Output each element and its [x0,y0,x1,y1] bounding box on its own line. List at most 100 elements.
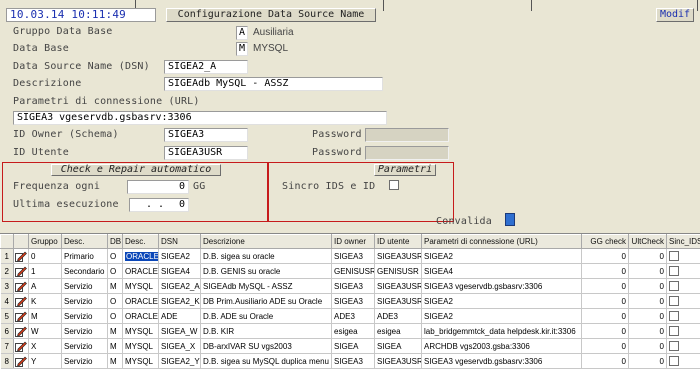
cell-ult[interactable]: 0 [628,353,667,369]
cell-gruppo[interactable]: M [28,308,62,324]
cell-gruppo[interactable]: 1 [28,263,62,279]
cell-dsn[interactable]: SIGEA2_K [158,293,201,309]
ultima-input[interactable]: . . 0 [129,198,189,212]
cell-dsn[interactable]: SIGEA_W [158,323,201,339]
cell-gruppo[interactable]: W [28,323,62,339]
sinc-checkbox[interactable] [669,296,679,306]
col-header-sinc[interactable]: Sinc_IDS [666,234,700,249]
gruppo-code-input[interactable]: A [236,26,248,40]
cell-sinc[interactable] [666,308,700,324]
cell-owner[interactable]: GENISUSR [331,263,375,279]
parametri-input[interactable]: SIGEA3 vgeservdb.gsbasrv:3306 [13,111,387,125]
cell-db[interactable]: M [107,323,123,339]
cell-db[interactable]: O [107,293,123,309]
cell-dbdesc[interactable]: ORACLE [122,293,159,309]
edit-cell[interactable] [13,263,29,279]
cell-url[interactable]: lab_bridgemmtck_data helpdesk.kir.it:330… [421,323,582,339]
sinc-checkbox[interactable] [669,326,679,336]
cell-gg[interactable]: 0 [581,278,629,294]
cell-gruppo[interactable]: K [28,293,62,309]
cell-owner[interactable]: SIGEA3 [331,248,375,264]
sinc-checkbox[interactable] [669,341,679,351]
cell-gdesc[interactable]: Servizio [61,293,108,309]
col-header-ult[interactable]: UltCheck [628,234,667,249]
cell-db[interactable]: M [107,353,123,369]
cell-gdesc[interactable]: Servizio [61,338,108,354]
cell-ult[interactable]: 0 [628,248,667,264]
sinc-checkbox[interactable] [669,266,679,276]
edit-icon[interactable] [15,341,27,352]
cell-gg[interactable]: 0 [581,248,629,264]
cell-owner[interactable]: ADE3 [331,308,375,324]
cell-url[interactable]: SIGEA2 [421,248,582,264]
cell-descr[interactable]: SIGEAdb MySQL - ASSZ [200,278,332,294]
cell-gg[interactable]: 0 [581,323,629,339]
cell-url[interactable]: SIGEA4 [421,263,582,279]
edit-cell[interactable] [13,338,29,354]
cell-dbdesc[interactable]: ORACLE [122,308,159,324]
convalida-button[interactable] [505,213,515,226]
edit-cell[interactable] [13,248,29,264]
table-row[interactable]: 4 K Servizio O ORACLE SIGEA2_K DB Prim.Ausilia… [0,293,700,309]
password-input[interactable] [365,128,449,142]
cell-db[interactable]: O [107,263,123,279]
cell-utente[interactable]: ADE3 [374,308,422,324]
cell-ult[interactable]: 0 [628,263,667,279]
edit-cell[interactable] [13,278,29,294]
edit-icon[interactable] [15,326,27,337]
cell-url[interactable]: SIGEA2 [421,308,582,324]
cell-db[interactable]: O [107,248,123,264]
table-row[interactable]: 5 M Servizio O ORACLE ADE D.B. ADE su Oracle AD… [0,308,700,324]
cell-gdesc[interactable]: Servizio [61,353,108,369]
sinc-checkbox[interactable] [669,356,679,366]
cell-dsn[interactable]: SIGEA4 [158,263,201,279]
cell-sinc[interactable] [666,263,700,279]
cell-owner[interactable]: SIGEA3 [331,293,375,309]
edit-icon[interactable] [15,281,27,292]
edit-icon[interactable] [15,356,27,367]
cell-sinc[interactable] [666,353,700,369]
cell-utente[interactable]: SIGEA3USR [374,248,422,264]
cell-gg[interactable]: 0 [581,293,629,309]
cell-dsn[interactable]: SIGEA2 [158,248,201,264]
cell-descr[interactable]: D.B. KIR [200,323,332,339]
edit-icon[interactable] [15,296,27,307]
edit-cell[interactable] [13,353,29,369]
id-owner-input[interactable]: SIGEA3 [164,128,248,142]
cell-sinc[interactable] [666,248,700,264]
cell-dsn[interactable]: SIGEA2_A [158,278,201,294]
cell-dbdesc[interactable]: MYSQL [122,353,159,369]
cell-gg[interactable]: 0 [581,308,629,324]
cell-sinc[interactable] [666,278,700,294]
cell-gruppo[interactable]: Y [28,353,62,369]
sinc-checkbox[interactable] [669,311,679,321]
cell-owner[interactable]: esigea [331,323,375,339]
col-header-descrizione[interactable]: Descrizione [200,234,332,249]
cell-gruppo[interactable]: X [28,338,62,354]
col-header-db[interactable]: DB [107,234,123,249]
edit-cell[interactable] [13,308,29,324]
cell-gg[interactable]: 0 [581,263,629,279]
database-code-input[interactable]: M [236,42,248,56]
cell-sinc[interactable] [666,338,700,354]
col-header-gruppo[interactable]: Gruppo [28,234,62,249]
cell-descr[interactable]: D.B. sigea su MySQL duplica menu [200,353,332,369]
cell-url[interactable]: ARCHDB vgs2003.gsba:3306 [421,338,582,354]
edit-cell[interactable] [13,323,29,339]
col-header-gg[interactable]: GG check [581,234,629,249]
edit-icon[interactable] [15,251,27,262]
sinc-checkbox[interactable] [669,251,679,261]
col-header-owner[interactable]: ID owner [331,234,375,249]
cell-owner[interactable]: SIGEA3 [331,278,375,294]
table-row[interactable]: 2 1 Secondario O ORACLE SIGEA4 D.B. GENIS su o… [0,263,700,279]
cell-url[interactable]: SIGEA3 vgeservdb.gsbasrv:3306 [421,353,582,369]
sinc-checkbox[interactable] [669,281,679,291]
cell-descr[interactable]: DB Prim.Ausiliario ADE su Oracle [200,293,332,309]
cell-gdesc[interactable]: Primario [61,248,108,264]
cell-gdesc[interactable]: Servizio [61,278,108,294]
cell-utente[interactable]: SIGEA3USR [374,293,422,309]
edit-icon[interactable] [15,311,27,322]
col-header-desc[interactable]: Desc. [61,234,108,249]
cell-descr[interactable]: D.B. GENIS su oracle [200,263,332,279]
dsn-input[interactable]: SIGEA2_A [164,60,248,74]
